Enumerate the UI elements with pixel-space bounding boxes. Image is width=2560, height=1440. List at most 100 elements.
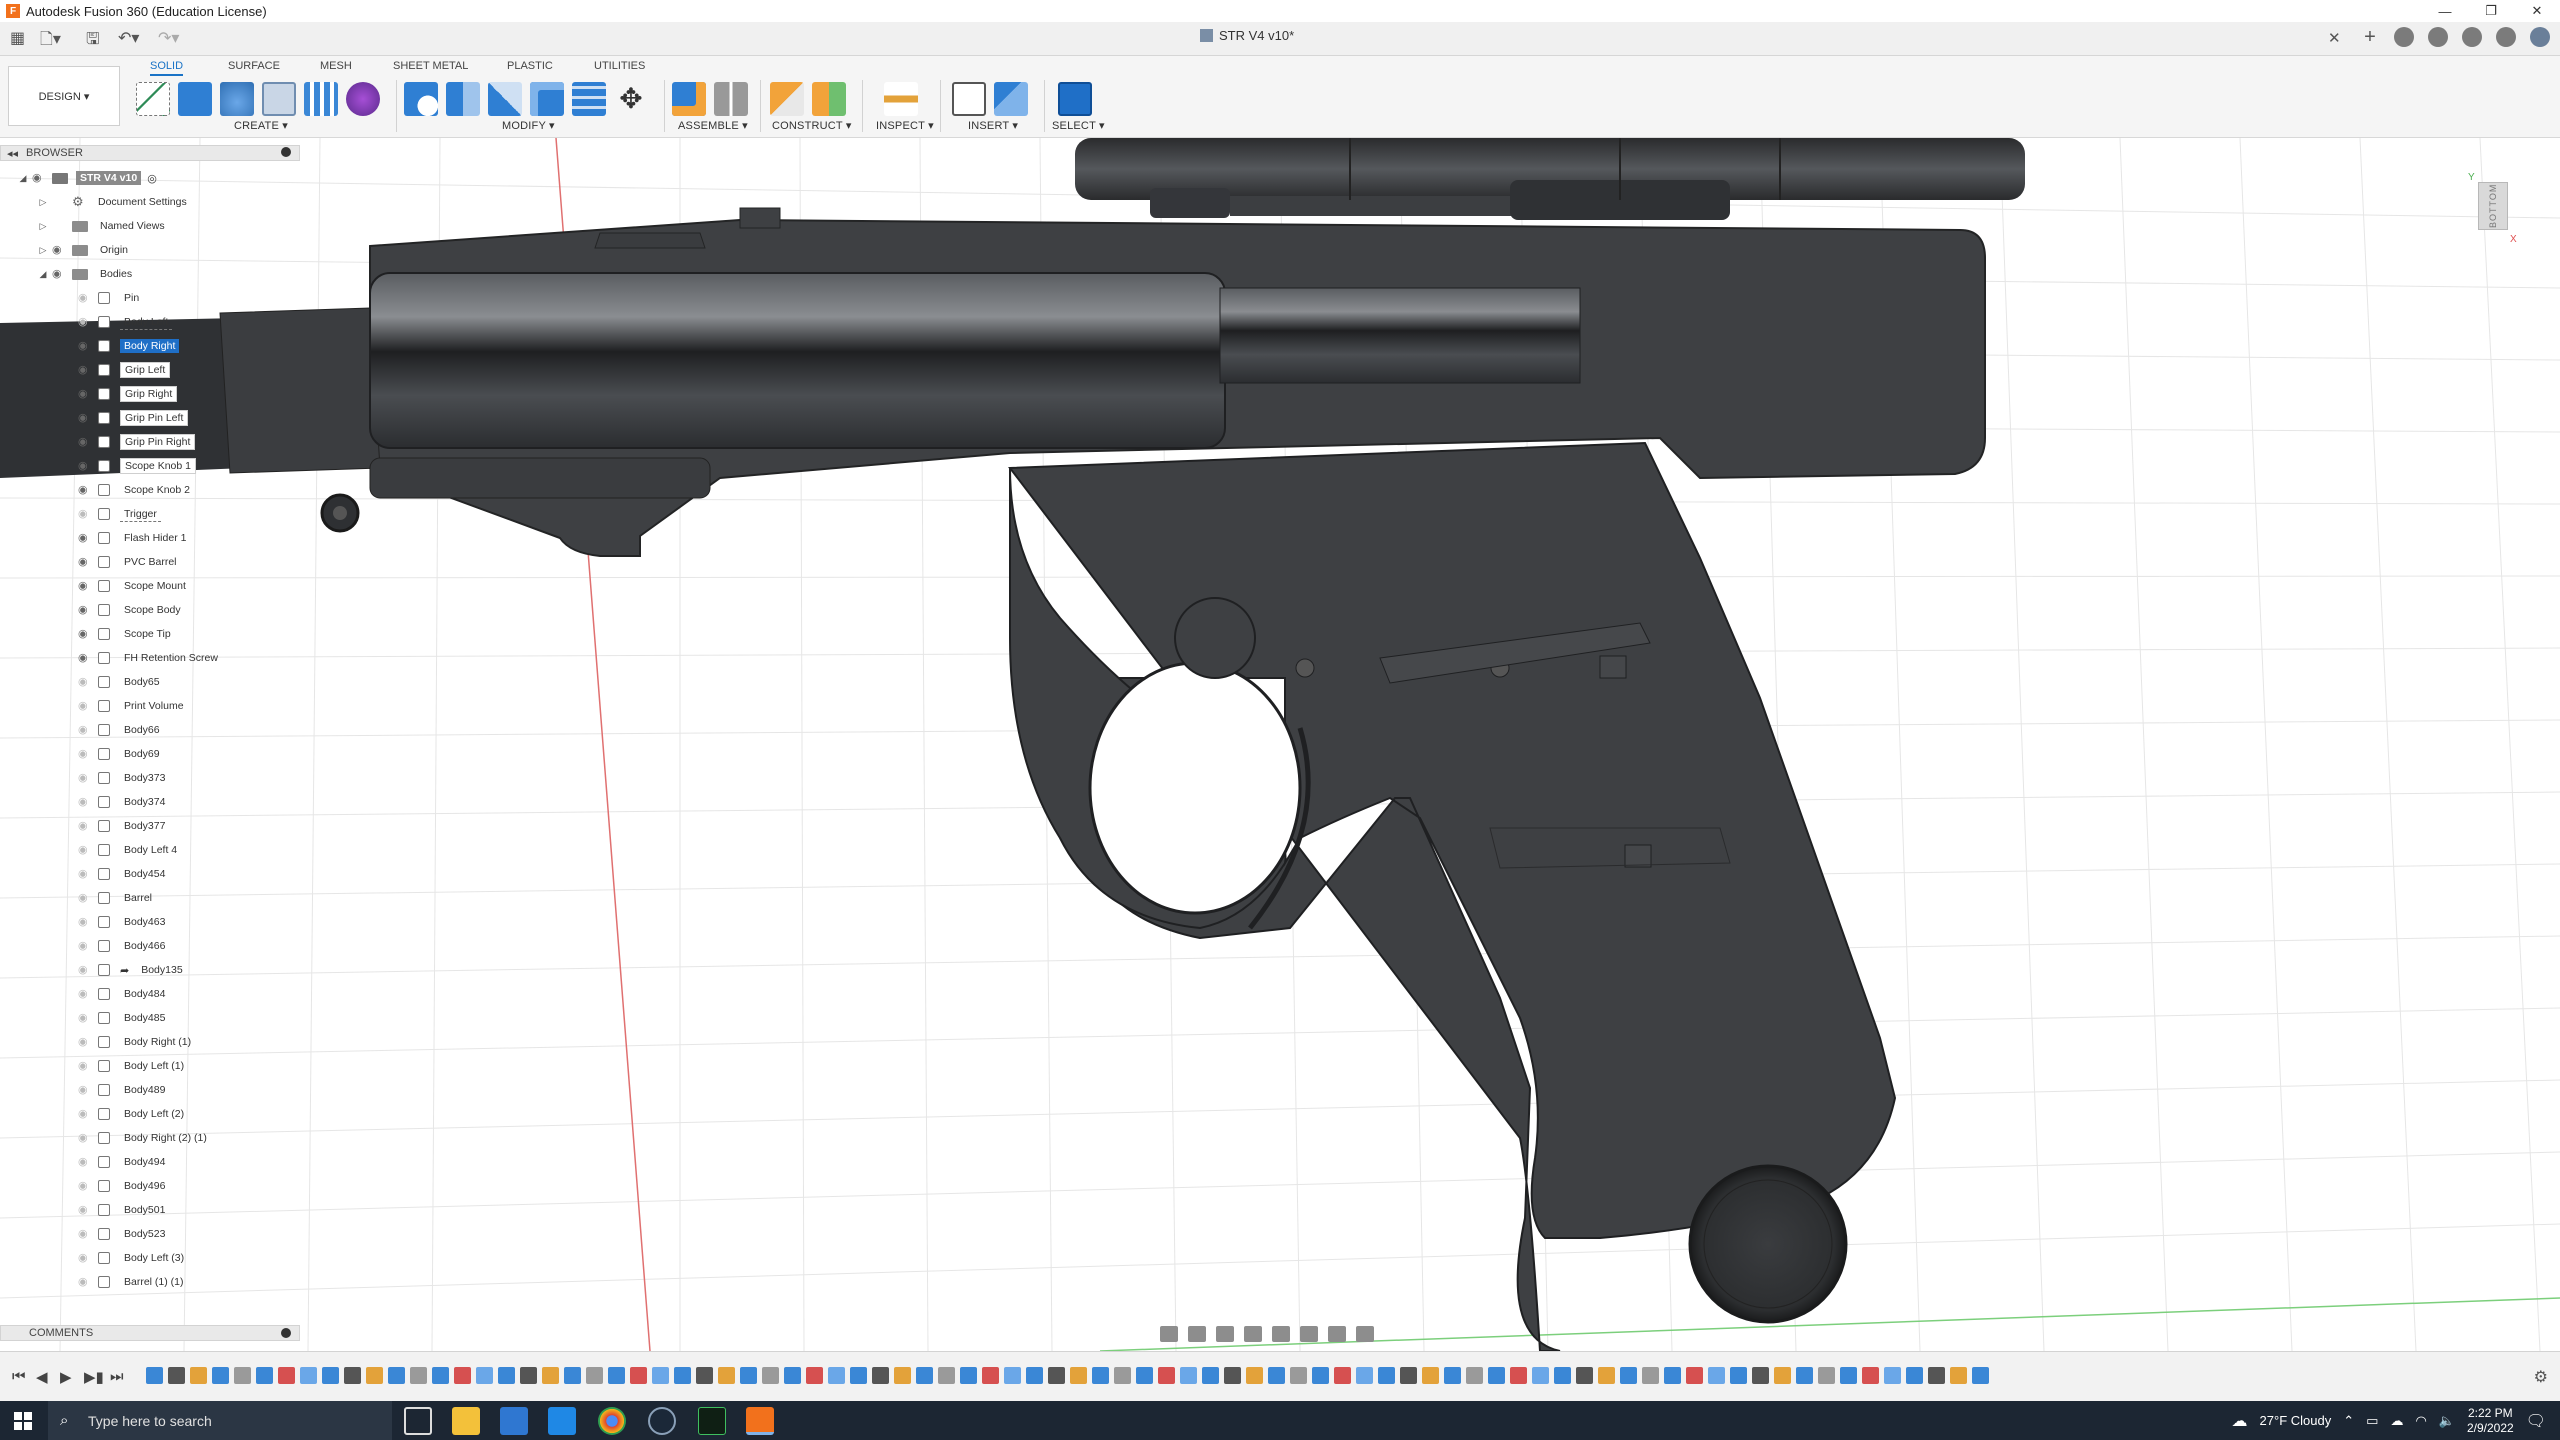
tree-body-item[interactable]: ◉ Body496 [78, 1177, 169, 1195]
inspect-menu[interactable]: INSPECT ▾ [876, 119, 934, 132]
timeline-feature-icon[interactable] [1136, 1367, 1153, 1384]
plane-at-angle-icon[interactable] [812, 82, 846, 116]
zoom-icon[interactable] [1244, 1326, 1262, 1342]
timeline-feature-icon[interactable] [1246, 1367, 1263, 1384]
timeline-feature-icon[interactable] [146, 1367, 163, 1384]
expand-arrow-icon[interactable]: ◢ [38, 269, 48, 280]
timeline-feature-icon[interactable] [1532, 1367, 1549, 1384]
timeline-feature-icon[interactable] [1752, 1367, 1769, 1384]
tab-plastic[interactable]: PLASTIC [507, 60, 553, 72]
timeline-feature-icon[interactable] [718, 1367, 735, 1384]
timeline-feature-icon[interactable] [850, 1367, 867, 1384]
tree-body-item[interactable]: ◉ Body69 [78, 745, 164, 763]
tree-body-item[interactable]: ◉ Body454 [78, 865, 169, 883]
timeline-feature-icon[interactable] [916, 1367, 933, 1384]
expand-arrow-icon[interactable]: ▷ [38, 221, 48, 232]
timeline-feature-icon[interactable] [278, 1367, 295, 1384]
visibility-eye-icon[interactable]: ◉ [78, 965, 92, 976]
visibility-eye-icon[interactable]: ◉ [78, 1229, 92, 1240]
timeline-feature-icon[interactable] [1840, 1367, 1857, 1384]
timeline-feature-icon[interactable] [1158, 1367, 1175, 1384]
timeline-feature-icon[interactable] [1664, 1367, 1681, 1384]
steam-icon[interactable] [648, 1407, 676, 1435]
grid-settings-icon[interactable] [1328, 1326, 1346, 1342]
timeline-prev-icon[interactable]: ◀ [36, 1368, 48, 1386]
timeline-feature-icon[interactable] [1488, 1367, 1505, 1384]
visibility-eye-icon[interactable]: ◉ [78, 773, 92, 784]
timeline-feature-icon[interactable] [366, 1367, 383, 1384]
volume-icon[interactable]: 🔈 [2439, 1413, 2455, 1429]
notifications-icon[interactable] [2462, 27, 2482, 47]
tree-body-item[interactable]: ◉ Body Left 4 [78, 841, 181, 859]
visibility-eye-icon[interactable]: ◉ [78, 485, 92, 496]
timeline-feature-icon[interactable] [1928, 1367, 1945, 1384]
visibility-eye-icon[interactable]: ◉ [78, 749, 92, 760]
new-tab-icon[interactable]: + [2360, 27, 2380, 47]
visibility-eye-icon[interactable]: ◉ [78, 1085, 92, 1096]
visibility-eye-icon[interactable]: ◉ [78, 317, 92, 328]
timeline-feature-icon[interactable] [1356, 1367, 1373, 1384]
timeline-feature-icon[interactable] [564, 1367, 581, 1384]
hole-icon[interactable] [262, 82, 296, 116]
timeline-feature-icon[interactable] [1906, 1367, 1923, 1384]
expand-arrow-icon[interactable]: ◢ [18, 173, 28, 184]
timeline-feature-icon[interactable] [1400, 1367, 1417, 1384]
cloud-sync-icon[interactable]: ☁ [2390, 1413, 2403, 1429]
tree-body-item[interactable]: ◉ Body Right (1) [78, 1033, 195, 1051]
visibility-eye-icon[interactable]: ◉ [78, 341, 92, 352]
visibility-eye-icon[interactable]: ◉ [78, 1277, 92, 1288]
timeline-feature-icon[interactable] [1180, 1367, 1197, 1384]
select-icon[interactable] [1058, 82, 1092, 116]
timeline-feature-icon[interactable] [1708, 1367, 1725, 1384]
timeline-feature-icon[interactable] [1686, 1367, 1703, 1384]
fillet-icon[interactable] [446, 82, 480, 116]
visibility-eye-icon[interactable]: ◉ [78, 365, 92, 376]
tree-body-item[interactable]: ◉ Barrel (1) (1) [78, 1273, 188, 1291]
mail-icon[interactable] [548, 1407, 576, 1435]
tree-folder-origin[interactable]: ▷ ◉ Origin [38, 241, 132, 259]
timeline-feature-icon[interactable] [608, 1367, 625, 1384]
timeline-feature-icon[interactable] [674, 1367, 691, 1384]
timeline-feature-icon[interactable] [256, 1367, 273, 1384]
visibility-eye-icon[interactable]: ◉ [78, 581, 92, 592]
tree-body-item[interactable]: ◉ Body466 [78, 937, 169, 955]
timeline-feature-icon[interactable] [344, 1367, 361, 1384]
timeline-feature-icon[interactable] [300, 1367, 317, 1384]
visibility-eye-icon[interactable]: ◉ [78, 1013, 92, 1024]
visibility-eye-icon[interactable]: ◉ [78, 725, 92, 736]
tree-body-item[interactable]: ◉ Flash Hider 1 [78, 529, 190, 547]
notification-center-icon[interactable]: 🗨 [2526, 1411, 2546, 1431]
timeline-feature-icon[interactable] [1378, 1367, 1395, 1384]
tree-body-item[interactable]: ◉ Print Volume [78, 697, 188, 715]
insert-derive-icon[interactable] [952, 82, 986, 116]
visibility-eye-icon[interactable]: ◉ [78, 509, 92, 520]
timeline-feature-icon[interactable] [652, 1367, 669, 1384]
pattern-icon[interactable] [304, 82, 338, 116]
visibility-eye-icon[interactable]: ◉ [78, 389, 92, 400]
fusion-taskbar-icon[interactable] [746, 1407, 774, 1435]
tree-body-item[interactable]: ◉ Scope Knob 1 [78, 457, 196, 475]
visibility-eye-icon[interactable]: ◉ [78, 1205, 92, 1216]
timeline-feature-icon[interactable] [1268, 1367, 1285, 1384]
tree-body-item[interactable]: ◉ PVC Barrel [78, 553, 181, 571]
insert-menu[interactable]: INSERT ▾ [968, 119, 1018, 132]
visibility-eye-icon[interactable]: ◉ [78, 1061, 92, 1072]
tree-body-item[interactable]: ◉ ➦ Body135 [78, 961, 187, 979]
visibility-eye-icon[interactable]: ◉ [78, 557, 92, 568]
weather-text[interactable]: 27°F Cloudy [2260, 1413, 2332, 1428]
tree-body-item[interactable]: ◉ Body489 [78, 1081, 169, 1099]
taskbar-search-input[interactable]: ⌕ Type here to search [48, 1401, 392, 1440]
tree-folder-bodies[interactable]: ◢ ◉ Bodies [38, 265, 136, 283]
offset-plane-icon[interactable] [770, 82, 804, 116]
visibility-eye-icon[interactable]: ◉ [78, 1133, 92, 1144]
comments-panel[interactable]: COMMENTS [0, 1325, 300, 1341]
timeline-feature-icon[interactable] [1796, 1367, 1813, 1384]
timeline-play-icon[interactable]: ▶ [60, 1368, 72, 1386]
timeline-feature-icon[interactable] [1620, 1367, 1637, 1384]
timeline-feature-icon[interactable] [432, 1367, 449, 1384]
tree-body-item[interactable]: ◉ Pin [78, 289, 143, 307]
file-explorer-icon[interactable] [452, 1407, 480, 1435]
visibility-eye-icon[interactable]: ◉ [78, 677, 92, 688]
tree-body-item[interactable]: ◉ Body66 [78, 721, 164, 739]
visibility-eye-icon[interactable]: ◉ [78, 461, 92, 472]
